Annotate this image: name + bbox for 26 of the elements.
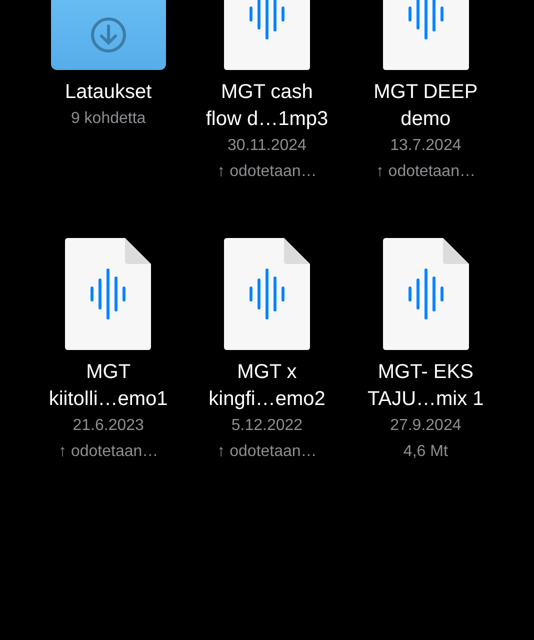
- audio-file-icon: [65, 238, 152, 350]
- file-name: MGT DEEP: [374, 80, 478, 105]
- file-name: flow d…1mp3: [206, 107, 328, 132]
- audio-file-icon: [382, 238, 469, 350]
- file-name: MGT: [86, 360, 131, 385]
- file-name: MGT x: [237, 360, 297, 385]
- file-detail: ↑ odotetaan…: [376, 162, 476, 182]
- file-name: MGT cash: [221, 80, 313, 105]
- file-detail: 5.12.2022: [231, 416, 303, 436]
- file-detail: ↑ odotetaan…: [58, 442, 158, 462]
- file-detail: 4,6 Mt: [403, 442, 448, 462]
- file-name: Lataukset: [64, 80, 152, 105]
- file-name: kingfi…emo2: [208, 387, 326, 412]
- file-name: TAJU…mix 1: [368, 387, 484, 412]
- file-name: MGT- EKS: [378, 360, 474, 385]
- file-name: demo: [400, 107, 451, 132]
- file-detail: 13.7.2024: [390, 136, 462, 156]
- file-detail: 21.6.2023: [72, 416, 144, 436]
- file-detail: 30.11.2024: [228, 136, 306, 156]
- file-detail: 9 kohdetta: [70, 109, 146, 129]
- download-folder-icon: [50, 0, 166, 70]
- file-detail: 27.9.2024: [390, 416, 462, 436]
- file-detail: ↑ odotetaan…: [217, 442, 317, 462]
- file-name: kiitolli…emo1: [48, 387, 168, 412]
- file-detail: ↑ odotetaan…: [217, 162, 317, 182]
- audio-file-icon: [224, 238, 310, 350]
